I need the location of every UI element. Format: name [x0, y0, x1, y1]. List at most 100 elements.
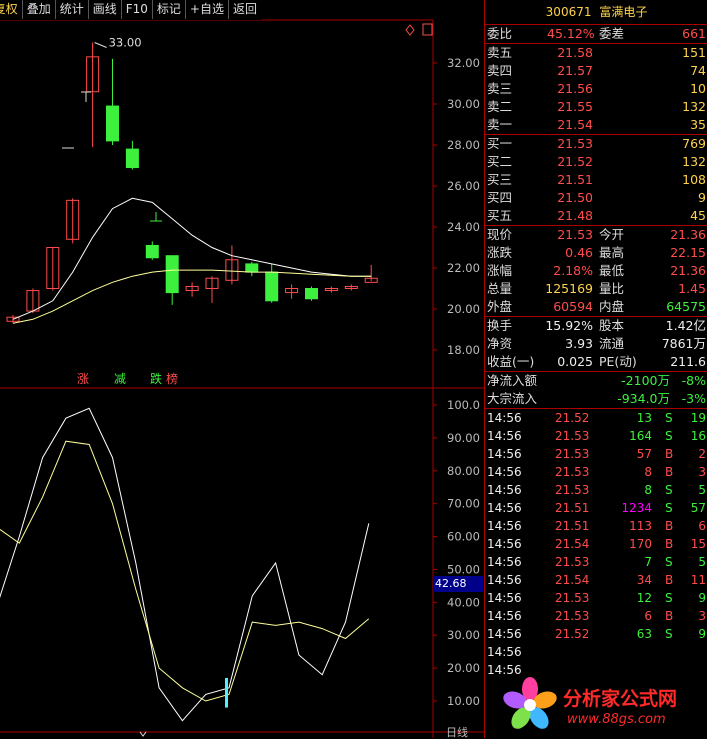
bid-row[interactable]: 买五 21.48 45	[485, 207, 707, 225]
mark-button[interactable]: 标记	[151, 0, 185, 19]
bid-row[interactable]: 买三 21.51 108	[485, 171, 707, 189]
tick-count: 19	[690, 411, 706, 425]
flow-percent: -8%	[681, 373, 706, 388]
marker-t-green	[150, 212, 162, 222]
bid-row[interactable]: 买一 21.53 769	[485, 135, 707, 153]
tick-side: B	[665, 609, 674, 623]
bid-price: 21.51	[557, 172, 593, 187]
stat-value: 1.45	[678, 281, 706, 296]
tick-row: 14:56 21.54 34 B 11	[485, 571, 707, 589]
kline-chart-area[interactable]: 32.00 30.00 28.00 26.00 24.00 22.00 20.00 18.00…	[0, 0, 484, 738]
bid-label: 买五	[487, 208, 513, 223]
ask-label: 卖四	[487, 63, 513, 78]
tick-volume: 1234	[621, 501, 652, 515]
kline-chart[interactable]: 32.00 30.00 28.00 26.00 24.00 22.00 20.00 18.00…	[0, 0, 484, 738]
f10-button[interactable]: F10	[120, 0, 152, 19]
overlay-button[interactable]: 叠加	[21, 0, 55, 19]
bid-row[interactable]: 买二 21.52 132	[485, 153, 707, 171]
stat-value: 0.46	[565, 245, 593, 260]
tick-side: B	[665, 465, 674, 479]
bid-volume: 9	[698, 190, 706, 205]
capital-flow: 净流入额 -2100万 -8% 大宗流入 -934.0万 -3%	[485, 372, 707, 409]
fund-label: 净资	[487, 336, 513, 351]
fund-label: 股本	[599, 318, 625, 333]
tick-volume: 12	[636, 591, 652, 605]
indicator-line-d	[0, 440, 370, 702]
back-button[interactable]: 返回	[227, 0, 261, 19]
tick-count: 16	[690, 429, 706, 443]
bid-row[interactable]: 买四 21.50 9	[485, 189, 707, 207]
tick-row: 14:56 21.52 63 S 9	[485, 625, 707, 643]
ask-volume: 74	[690, 63, 706, 78]
tick-side: B	[665, 447, 674, 461]
ask-volume: 132	[682, 99, 706, 114]
stats-button[interactable]: 统计	[54, 0, 88, 19]
fund-value: 0.025	[557, 354, 593, 369]
tick-volume: 34	[636, 573, 652, 587]
tick-price: 21.51	[555, 519, 590, 533]
stock-code: 300671	[545, 5, 592, 19]
tick-price: 21.51	[555, 501, 590, 515]
tick-time: 14:56	[487, 429, 522, 443]
ask-price: 21.58	[557, 45, 593, 60]
tick-count: 9	[698, 627, 706, 641]
fund-label: 流通	[599, 336, 625, 351]
watermark: 分析家公式网 www.88gs.com	[499, 674, 704, 736]
candle-body	[145, 244, 159, 259]
tick-count: 5	[698, 483, 706, 497]
bid-price: 21.52	[557, 154, 593, 169]
flow-value: -934.0万	[617, 391, 670, 406]
tick-volume: 8	[644, 483, 652, 497]
bid-book: 买一 21.53 769 买二 21.52 132 买三 21.51 108 买四 21.50…	[485, 135, 707, 226]
stat-row: 涨跌 0.46 最高 22.15	[485, 244, 707, 262]
indicator-tick-label: 50.00	[447, 562, 480, 576]
candle-body	[305, 288, 318, 300]
ask-row[interactable]: 卖四 21.57 74	[485, 62, 707, 80]
stat-label: 外盘	[487, 299, 513, 314]
chart-toolbar: 复权 叠加 统计 画线 F10 标记 +自选 返回	[0, 0, 261, 20]
stat-value: 21.36	[670, 263, 706, 278]
ask-book: 卖五 21.58 151 卖四 21.57 74 卖三 21.56 10 卖二 21.55 13…	[485, 44, 707, 135]
tick-volume: 113	[629, 519, 652, 533]
tick-list[interactable]: 14:56 21.52 13 S 19 14:56 21.53 164 S 16 14:56 21.5…	[485, 409, 707, 679]
high-mark-label: 33.00	[109, 36, 142, 50]
stat-label: 今开	[599, 227, 625, 242]
draw-line-button[interactable]: 画线	[87, 0, 121, 19]
ask-row[interactable]: 卖三 21.56 10	[485, 80, 707, 98]
tick-volume: 57	[636, 447, 652, 461]
signal-tag: 榜	[166, 371, 178, 386]
tick-price: 21.54	[555, 537, 590, 551]
price-tick-label: 32.00	[447, 56, 480, 70]
tick-count: 6	[698, 519, 706, 533]
indicator-tick-label: 20.00	[447, 661, 480, 675]
tick-price: 21.54	[555, 573, 590, 587]
indicator-tick-label: 60.00	[447, 530, 480, 544]
ask-row[interactable]: 卖一 21.54 35	[485, 116, 707, 134]
price-tick-label: 18.00	[447, 343, 480, 357]
ask-row[interactable]: 卖二 21.55 132	[485, 98, 707, 116]
weibi-label: 委比	[487, 26, 513, 41]
bid-price: 21.50	[557, 190, 593, 205]
tick-volume: 7	[644, 555, 652, 569]
bid-price: 21.53	[557, 136, 593, 151]
flow-value: -2100万	[621, 373, 670, 388]
add-watchlist-button[interactable]: +自选	[184, 0, 228, 19]
watermark-title: 分析家公式网	[563, 688, 678, 710]
tick-count: 11	[690, 573, 706, 587]
stat-label: 现价	[487, 227, 513, 242]
bid-volume: 108	[682, 172, 706, 187]
fuquan-button[interactable]: 复权	[0, 0, 22, 19]
tick-price: 21.53	[555, 591, 590, 605]
tick-side: S	[665, 411, 673, 425]
weibi-row: 委比 45.12% 委差 661	[485, 25, 707, 44]
price-tick-label: 20.00	[447, 302, 480, 316]
indicator-tick-label: 70.00	[447, 497, 480, 511]
ask-label: 卖三	[487, 81, 513, 96]
stat-value: 21.36	[670, 227, 706, 242]
candle-body	[165, 255, 179, 294]
tick-row: 14:56 21.53 164 S 16	[485, 427, 707, 445]
ask-price: 21.57	[557, 63, 593, 78]
tick-count: 57	[690, 501, 706, 515]
ask-row[interactable]: 卖五 21.58 151	[485, 44, 707, 62]
watermark-url: www.88gs.com	[567, 712, 666, 727]
